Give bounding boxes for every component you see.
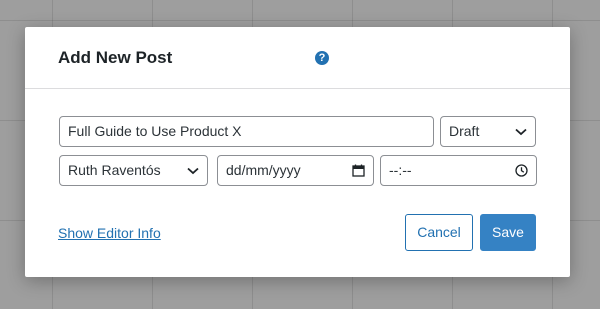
author-value: Ruth Raventós	[68, 162, 161, 178]
time-input[interactable]: --:--	[380, 155, 537, 186]
modal-header: Add New Post ?	[25, 27, 570, 89]
post-title-input[interactable]: Full Guide to Use Product X	[59, 116, 434, 147]
clock-icon[interactable]	[515, 156, 528, 185]
add-post-modal: Add New Post ? Full Guide to Use Product…	[25, 27, 570, 277]
author-select[interactable]: Ruth Raventós	[59, 155, 208, 186]
cancel-button[interactable]: Cancel	[405, 214, 473, 251]
time-placeholder: --:--	[389, 162, 412, 178]
chevron-down-icon	[515, 117, 527, 146]
modal-title: Add New Post	[58, 48, 173, 67]
help-icon[interactable]: ?	[315, 51, 329, 65]
date-placeholder: dd/mm/yyyy	[226, 162, 301, 178]
calendar-icon[interactable]	[352, 156, 365, 185]
chevron-down-icon	[187, 156, 199, 185]
show-editor-info-link[interactable]: Show Editor Info	[58, 225, 161, 241]
post-title-value: Full Guide to Use Product X	[68, 123, 242, 139]
status-select[interactable]: Draft	[440, 116, 536, 147]
date-input[interactable]: dd/mm/yyyy	[217, 155, 374, 186]
status-value: Draft	[449, 123, 480, 139]
save-button[interactable]: Save	[480, 214, 536, 251]
